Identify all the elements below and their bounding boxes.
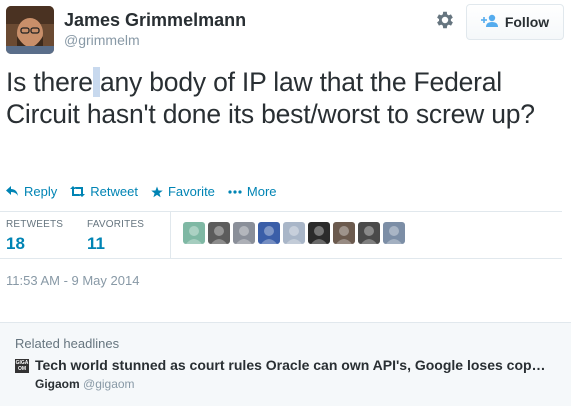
favoriter-avatar[interactable]: [183, 222, 205, 244]
source-handle[interactable]: @gigaom: [83, 377, 135, 391]
divider: [0, 211, 562, 212]
favorites-label: FAVORITES: [87, 219, 145, 230]
retweets-count[interactable]: 18: [6, 234, 25, 254]
favoriters-avatars: [183, 222, 405, 244]
favorite-label: Favorite: [167, 184, 215, 199]
avatar[interactable]: [6, 6, 54, 54]
author-handle[interactable]: @grimmelm: [64, 32, 140, 48]
divider: [170, 211, 171, 258]
tweet-text: Is there any body of IP law that the Fed…: [6, 66, 561, 130]
reply-button[interactable]: Reply: [6, 184, 57, 199]
favoriter-avatar[interactable]: [333, 222, 355, 244]
reply-label: Reply: [24, 184, 58, 199]
retweet-icon: [70, 186, 86, 197]
more-label: More: [246, 184, 277, 199]
tweet-text-start: Is there: [6, 67, 93, 97]
retweet-label: Retweet: [90, 184, 138, 199]
star-icon: [151, 186, 163, 198]
gear-icon[interactable]: [434, 9, 456, 31]
reply-icon: [6, 186, 19, 197]
favoriter-avatar[interactable]: [308, 222, 330, 244]
tweet-timestamp[interactable]: 11:53 AM - 9 May 2014: [6, 273, 139, 288]
follow-label: Follow: [504, 14, 550, 30]
favoriter-avatar[interactable]: [208, 222, 230, 244]
favoriter-avatar[interactable]: [283, 222, 305, 244]
headline-link[interactable]: Tech world stunned as court rules Oracle…: [35, 357, 560, 373]
favorites-count[interactable]: 11: [87, 234, 105, 254]
source-name[interactable]: Gigaom: [35, 377, 80, 391]
tweet-actions: Reply Retweet Favorite More: [6, 184, 290, 199]
favorite-button[interactable]: Favorite: [151, 184, 215, 199]
favoriter-avatar[interactable]: [233, 222, 255, 244]
favoriter-avatar[interactable]: [358, 222, 380, 244]
author-name[interactable]: James Grimmelmann: [64, 10, 246, 31]
gigaom-logo-icon: GIGA OM: [15, 359, 29, 373]
text-selection: [92, 67, 100, 97]
add-user-icon: [480, 14, 499, 31]
follow-button[interactable]: Follow: [466, 4, 564, 40]
favoriter-avatar[interactable]: [258, 222, 280, 244]
related-headlines: Related headlines GIGA OM Tech world stu…: [0, 322, 571, 406]
favoriter-avatar[interactable]: [383, 222, 405, 244]
retweets-label: RETWEETS: [6, 219, 64, 230]
retweet-button[interactable]: Retweet: [70, 184, 138, 199]
dots-icon: [228, 189, 242, 194]
headline-source: Gigaom @gigaom: [35, 377, 135, 391]
related-headlines-title: Related headlines: [15, 336, 120, 351]
more-button[interactable]: More: [228, 184, 277, 199]
divider: [0, 258, 562, 259]
